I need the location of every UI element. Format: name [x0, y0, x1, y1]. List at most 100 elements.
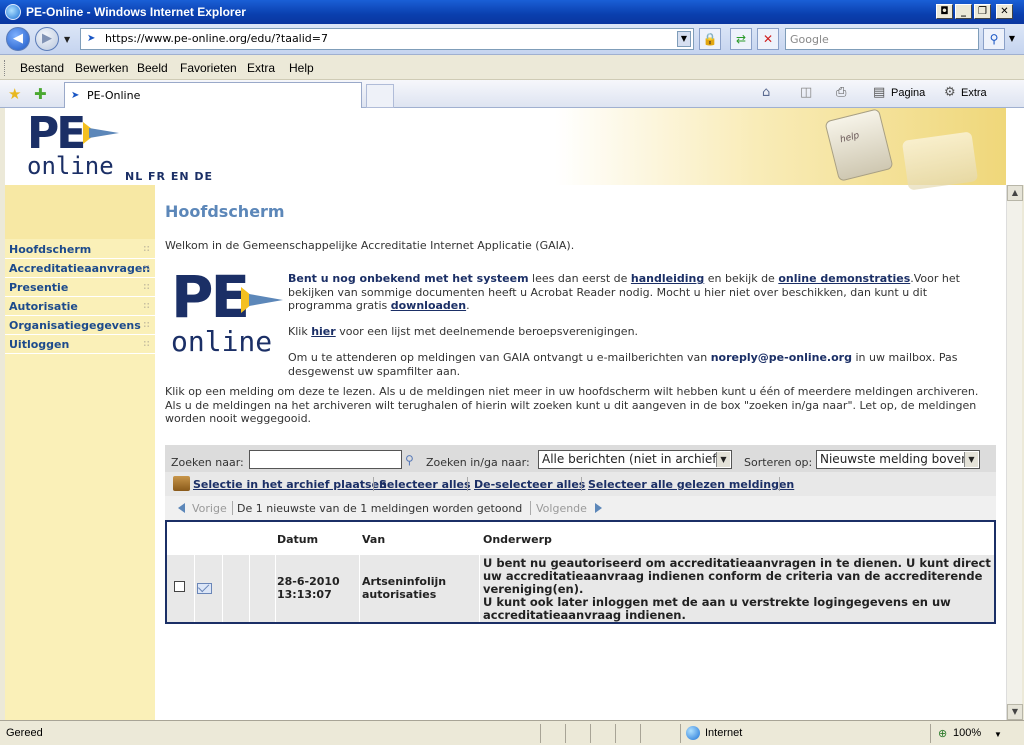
previous-arrow-icon [178, 503, 185, 513]
page-icon: ➤ [87, 33, 96, 44]
divider [540, 724, 541, 743]
scope-select[interactable]: Alle berichten (niet in archief) ▼ [538, 450, 732, 469]
divider [373, 477, 374, 491]
divider [930, 724, 931, 743]
search-button[interactable]: ⚲ [983, 28, 1005, 50]
address-field[interactable]: ➤ https://www.pe-online.org/edu/?taalid=… [80, 28, 694, 50]
pager-summary: De 1 nieuwste van de 1 meldingen worden … [237, 502, 523, 515]
vertical-scrollbar[interactable]: ▲ ▼ [1006, 185, 1023, 720]
divider [232, 501, 233, 515]
help-window-icon[interactable]: ◘ [936, 4, 953, 19]
page-menu[interactable]: Pagina [891, 87, 925, 99]
print-icon[interactable]: ⎙ [836, 85, 846, 100]
archive-selection-link[interactable]: Selectie in het archief plaatsen [193, 478, 387, 491]
next-link[interactable]: Volgende [536, 502, 587, 515]
instructions-text: Klik op een melding om deze te lezen. Al… [165, 385, 979, 425]
magnifier-icon[interactable]: ⚲ [405, 453, 414, 467]
divider [590, 724, 591, 743]
add-favorite-icon[interactable]: ✚ [34, 85, 47, 103]
menu-extra[interactable]: Extra [247, 61, 275, 75]
info-text: Om u te attenderen op meldingen van GAIA… [288, 351, 711, 364]
handleiding-link[interactable]: handleiding [631, 272, 704, 285]
cell-divider [359, 555, 360, 622]
demonstraties-link[interactable]: online demonstraties [778, 272, 910, 285]
search-placeholder: Google [790, 33, 829, 46]
sidebar-item-hoofdscherm[interactable]: Hoofdscherm [5, 240, 155, 259]
feeds-icon[interactable]: ◫ [800, 85, 812, 100]
sidebar-top-band [5, 185, 155, 239]
info-bold-intro: Bent u nog onbekend met het systeem [288, 272, 529, 285]
sidebar-item-autorisatie[interactable]: Autorisatie [5, 297, 155, 316]
sort-select[interactable]: Nieuwste melding boven ▼ [816, 450, 980, 469]
menu-bar: Bestand Bewerken Beeld Favorieten Extra … [0, 56, 1024, 80]
restore-button[interactable]: ❐ [974, 4, 991, 19]
browser-tab[interactable]: ➤ PE-Online [64, 82, 362, 108]
new-tab-button[interactable] [366, 84, 394, 108]
message-from[interactable]: Artseninfolijn autorisaties [362, 575, 446, 601]
menu-favorieten[interactable]: Favorieten [180, 61, 237, 75]
message-subject[interactable]: U bent nu geautoriseerd om accreditatiea… [483, 557, 991, 622]
sidebar-item-accreditatieaanvragen[interactable]: Accreditatieaanvragen [5, 259, 155, 278]
sidebar-item-uitloggen[interactable]: Uitloggen [5, 335, 155, 354]
info-text: lees dan eerst de [528, 272, 631, 285]
menu-help[interactable]: Help [289, 61, 314, 75]
viewport-edge [1006, 108, 1024, 185]
favorites-star-icon[interactable]: ★ [8, 85, 21, 103]
lock-icon[interactable]: 🔒 [699, 28, 721, 50]
cell-divider [222, 555, 223, 622]
page-title: Hoofdscherm [165, 202, 285, 221]
column-header-date: Datum [277, 533, 319, 546]
previous-link[interactable]: Vorige [192, 502, 227, 515]
address-dropdown-icon[interactable]: ▼ [677, 31, 691, 47]
zoom-level[interactable]: 100% [953, 727, 981, 739]
grip-dots-icon [143, 283, 150, 290]
select-read-link[interactable]: Selecteer alle gelezen meldingen [588, 478, 794, 491]
select-all-link[interactable]: Selecteer alles [379, 478, 471, 491]
row-select-checkbox[interactable] [174, 581, 185, 592]
grip-dots-icon [143, 302, 150, 309]
menu-bestand[interactable]: Bestand [20, 61, 64, 75]
language-selector[interactable]: NL FR EN DE [125, 170, 213, 183]
zoom-icon: ⊕ [938, 728, 948, 740]
downloaden-link[interactable]: downloaden [391, 299, 466, 312]
zoom-dropdown-icon[interactable]: ▼ [994, 730, 1002, 739]
internet-zone-icon [686, 726, 700, 740]
message-search-input[interactable] [249, 450, 402, 469]
window-title: PE-Online - Windows Internet Explorer [26, 5, 246, 19]
sidebar-item-organisatiegegevens[interactable]: Organisatiegegevens [5, 316, 155, 335]
divider [680, 724, 681, 743]
info-intro: Bent u nog onbekend met het systeem lees… [288, 272, 992, 313]
menu-bewerken[interactable]: Bewerken [75, 61, 128, 75]
divider [615, 724, 616, 743]
sort-label: Sorteren op: [744, 456, 813, 469]
hier-link[interactable]: hier [311, 325, 336, 338]
grip-dots-icon [143, 245, 150, 252]
search-options-dropdown-icon[interactable]: ▼ [1006, 28, 1018, 50]
archive-icon [173, 476, 190, 491]
divider [581, 477, 582, 491]
message-date[interactable]: 28-6-2010 13:13:07 [277, 575, 340, 601]
gear-icon: ⚙ [944, 85, 956, 100]
stop-button[interactable]: ✕ [757, 28, 779, 50]
tools-menu[interactable]: Extra [961, 87, 987, 99]
help-key-label: help [839, 130, 861, 146]
table-row[interactable]: 28-6-2010 13:13:07 Artseninfolijn autori… [167, 555, 994, 622]
scroll-down-icon[interactable]: ▼ [1007, 704, 1023, 720]
minimize-button[interactable]: _ [955, 4, 972, 19]
menu-beeld[interactable]: Beeld [137, 61, 168, 75]
scroll-up-icon[interactable]: ▲ [1007, 185, 1023, 201]
home-icon[interactable]: ⌂ [762, 85, 770, 100]
window-title-bar: PE-Online - Windows Internet Explorer ◘ … [0, 0, 1024, 24]
sidebar-item-label: Presentie [9, 281, 69, 294]
sidebar-item-presentie[interactable]: Presentie [5, 278, 155, 297]
refresh-button[interactable]: ⇄ [730, 28, 752, 50]
search-panel: Zoeken naar: ⚲ Zoeken in/ga naar: Alle b… [165, 445, 996, 472]
history-dropdown-icon[interactable]: ▼ [64, 35, 70, 44]
deselect-all-link[interactable]: De-selecteer alles [474, 478, 585, 491]
close-button[interactable]: ✕ [996, 4, 1013, 19]
forward-button[interactable]: ▶ [35, 27, 59, 51]
search-input[interactable]: Google [785, 28, 979, 50]
back-button[interactable]: ◀ [6, 27, 30, 51]
message-from-line: Artseninfolijn [362, 575, 447, 588]
sort-select-value: Nieuwste melding boven [820, 452, 969, 466]
